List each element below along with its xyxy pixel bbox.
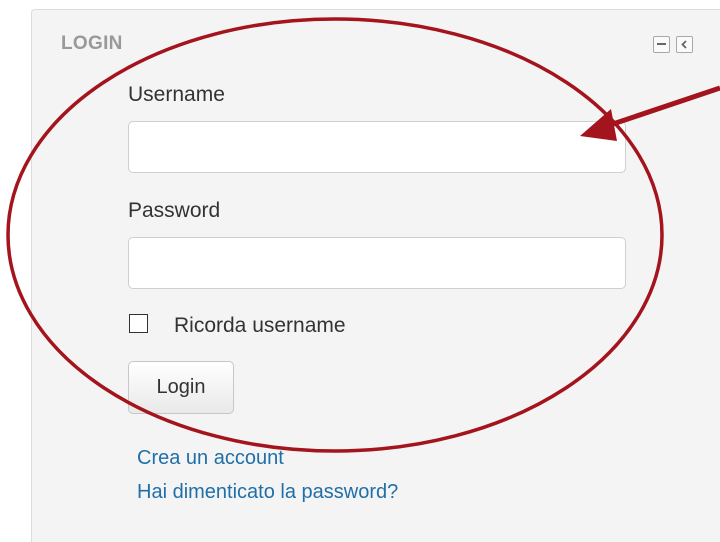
password-input[interactable] (128, 237, 626, 289)
hide-block-button[interactable] (653, 36, 670, 53)
username-input[interactable] (128, 121, 626, 173)
block-title: LOGIN (61, 33, 123, 54)
username-label: Username (128, 83, 225, 106)
page: LOGIN Username Password Ricorda username… (0, 0, 720, 542)
create-account-link[interactable]: Crea un account (137, 447, 284, 470)
forgot-password-link[interactable]: Hai dimenticato la password? (137, 481, 398, 504)
login-button[interactable]: Login (128, 361, 234, 414)
password-label: Password (128, 199, 221, 222)
remember-username-checkbox[interactable] (129, 314, 148, 333)
minus-icon (657, 43, 666, 45)
dock-block-button[interactable] (676, 36, 693, 53)
chevron-left-icon (681, 40, 687, 49)
remember-username-label[interactable]: Ricorda username (174, 314, 346, 338)
